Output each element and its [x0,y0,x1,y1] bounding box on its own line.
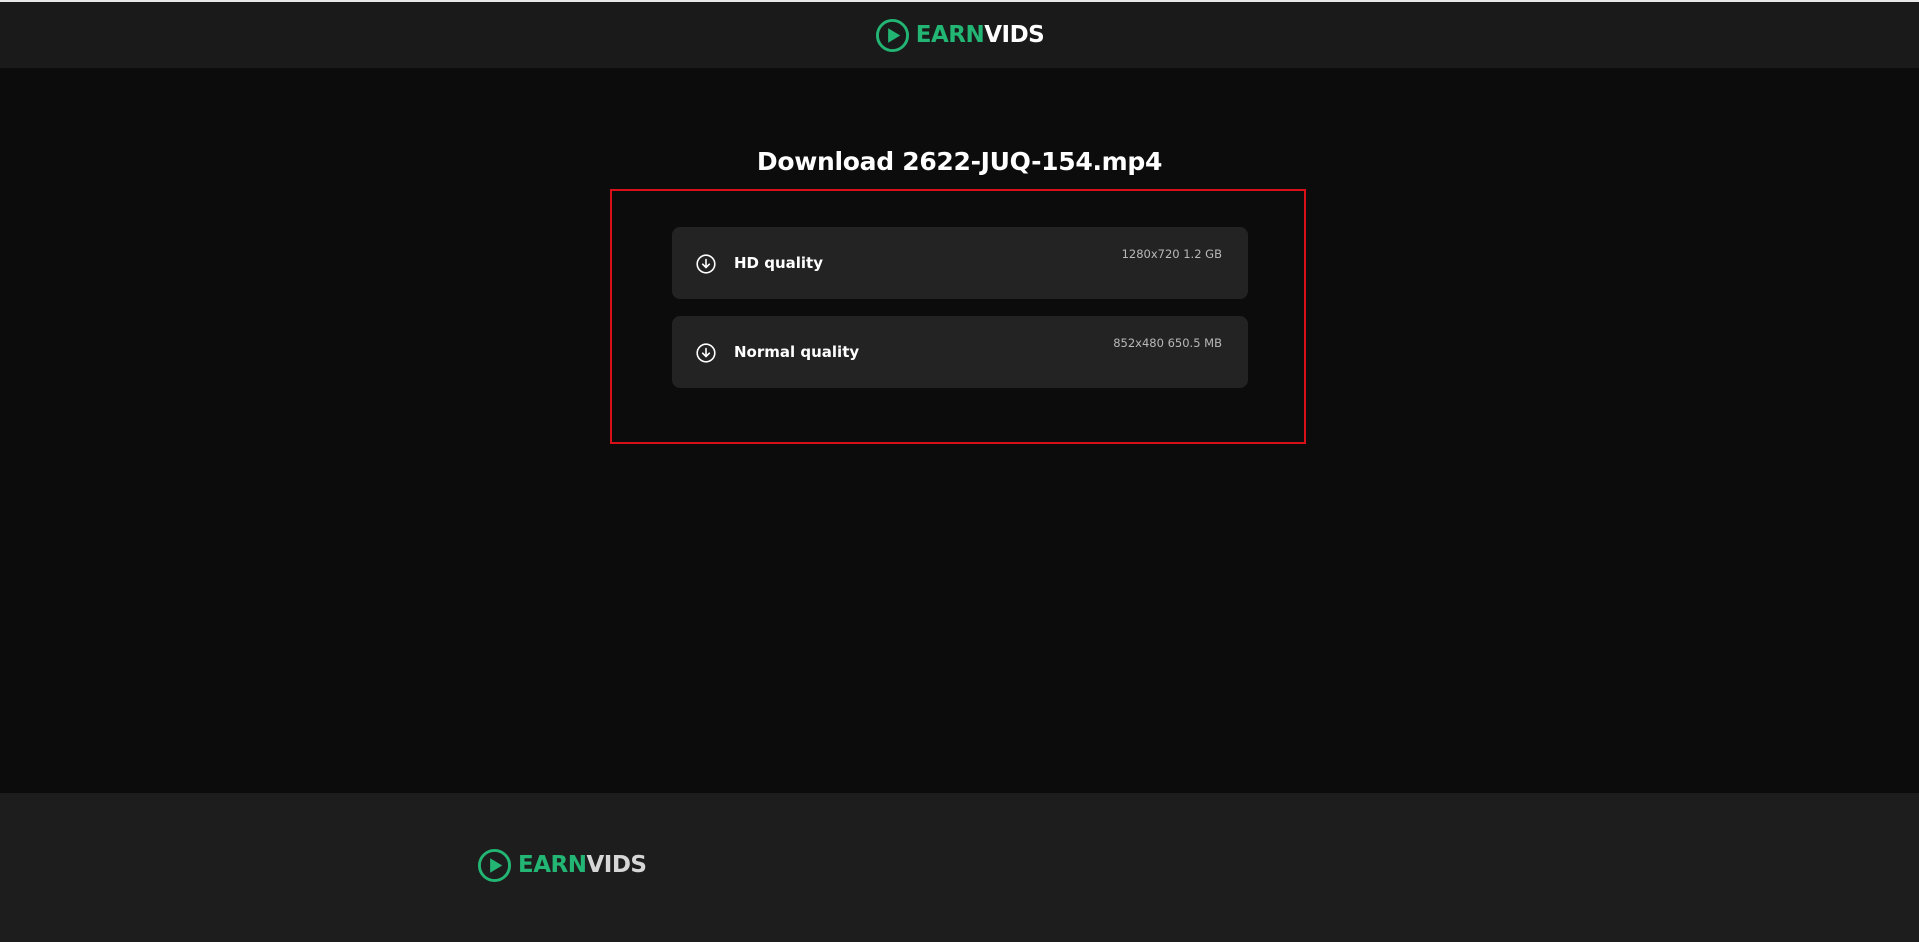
logo-text-vids: VIDS [586,852,647,878]
header-logo-link[interactable]: EARNVIDS [875,18,1045,53]
logo-text-earn: EARN [915,21,985,48]
page: EARNVIDS Download 2622-JUQ-154.mp4 HD qu… [0,0,1919,942]
download-option-normal[interactable]: Normal quality 852x480 650.5 MB [672,316,1248,388]
footer-logo-link[interactable]: EARNVIDS [477,848,647,883]
download-option-label: Normal quality [734,343,860,361]
play-circle-icon [477,848,512,883]
logo-wordmark: EARNVIDS [915,21,1045,48]
logo-text-vids: VIDS [984,21,1045,48]
download-option-meta: 1280x720 1.2 GB [1121,247,1222,261]
site-footer: EARNVIDS [0,793,1919,942]
page-title: Download 2622-JUQ-154.mp4 [756,147,1163,176]
download-circle-icon [696,254,716,274]
download-circle-icon [696,343,716,363]
logo-text-earn: EARN [518,852,587,878]
play-circle-icon [875,18,909,52]
download-option-meta: 852x480 650.5 MB [1113,336,1222,350]
site-header: EARNVIDS [0,2,1919,68]
download-options-panel: HD quality 1280x720 1.2 GB Normal qualit… [610,189,1306,444]
logo-wordmark: EARNVIDS [518,854,647,877]
download-option-hd[interactable]: HD quality 1280x720 1.2 GB [672,227,1248,299]
download-option-label: HD quality [734,254,823,272]
